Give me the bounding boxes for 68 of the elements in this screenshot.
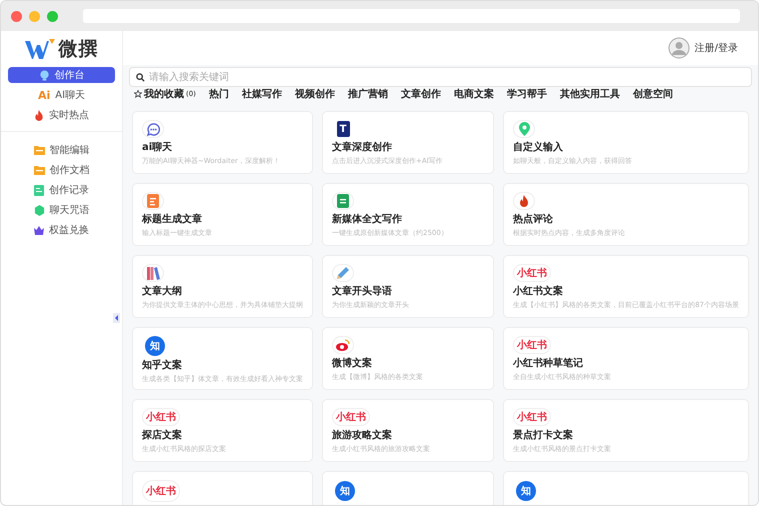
close-window-button[interactable] bbox=[11, 10, 22, 22]
card-title: 新媒体全文写作 bbox=[332, 212, 403, 226]
avatar-icon[interactable] bbox=[668, 37, 690, 59]
card-title: 自定义输入 bbox=[513, 140, 564, 154]
crown-icon bbox=[34, 226, 44, 234]
minimize-window-button[interactable] bbox=[29, 10, 40, 22]
card-title: 小红书文案 bbox=[513, 284, 564, 298]
xiaohongshu-logo: 小红书 bbox=[142, 480, 180, 502]
sidebar-item[interactable]: 实时热点 bbox=[8, 107, 115, 123]
spreadsheet-icon bbox=[332, 192, 354, 210]
document-icon bbox=[34, 184, 44, 196]
maximize-window-button[interactable] bbox=[47, 10, 58, 22]
category-tab[interactable]: 社媒写作 bbox=[242, 87, 282, 103]
card-title: 探店文案 bbox=[142, 428, 183, 442]
card-title: 文章大纲 bbox=[142, 284, 183, 298]
sidebar-item[interactable]: 聊天咒语 bbox=[8, 202, 115, 218]
chat-bubble-icon bbox=[142, 120, 164, 138]
folder-icon bbox=[34, 145, 44, 155]
card-title: 文章开头导语 bbox=[332, 284, 393, 298]
sidebar-item[interactable]: 创作台 bbox=[8, 67, 115, 83]
sidebar-item[interactable]: 创作文档 bbox=[8, 162, 115, 178]
category-tab[interactable]: 视频创作 bbox=[294, 87, 335, 103]
search-icon bbox=[136, 73, 145, 82]
category-tab[interactable]: 热门 bbox=[208, 87, 229, 103]
xiaohongshu-logo: 小红书 bbox=[513, 336, 552, 354]
eye-icon bbox=[332, 336, 354, 354]
sidebar-item[interactable]: 创作记录 bbox=[8, 182, 115, 198]
category-tab[interactable]: 学习帮手 bbox=[506, 87, 547, 103]
category-tab[interactable]: 创意空间 bbox=[632, 87, 673, 103]
category-tab[interactable]: 其他实用工具 bbox=[560, 87, 620, 103]
xiaohongshu-logo: 小红书 bbox=[513, 408, 552, 426]
collapse-arrow-icon[interactable] bbox=[113, 313, 120, 323]
xiaohongshu-logo: 小红书 bbox=[142, 408, 180, 426]
xiaohongshu-logo: 小红书 bbox=[513, 264, 552, 282]
card-title: 小红书种草笔记 bbox=[513, 356, 584, 370]
hexagon-icon bbox=[34, 204, 44, 216]
sidebar-item[interactable]: 权益兑换 bbox=[8, 222, 115, 238]
card-title: 景点打卡文案 bbox=[513, 428, 574, 442]
logo-text: 微撰 bbox=[58, 37, 98, 62]
card-title: 知乎文案 bbox=[142, 358, 183, 372]
tool-card[interactable]: 知 bbox=[503, 471, 749, 505]
login-link[interactable]: 注册/登录 bbox=[694, 41, 738, 55]
w-logo-icon bbox=[24, 39, 54, 59]
search-field[interactable]: 请输入搜索关键词 bbox=[129, 67, 752, 87]
card-title: 旅游攻略文案 bbox=[332, 428, 393, 442]
flame-icon bbox=[513, 192, 536, 210]
xiaohongshu-logo: 小红书 bbox=[332, 408, 370, 426]
card-title: ai聊天 bbox=[142, 140, 174, 154]
sidebar-item[interactable]: Ai AI聊天 bbox=[8, 87, 115, 103]
map-pin-icon bbox=[513, 120, 536, 138]
pencil-icon bbox=[332, 264, 354, 282]
card-title: 微博文案 bbox=[332, 356, 373, 370]
category-tab[interactable]: 文章创作 bbox=[400, 87, 441, 103]
flame-icon bbox=[34, 110, 44, 120]
list-document-icon bbox=[142, 192, 164, 210]
star-icon bbox=[134, 90, 142, 98]
card-title: 标题生成文章 bbox=[142, 212, 203, 226]
ai-icon: Ai bbox=[38, 88, 50, 102]
tool-card[interactable]: 小红书 bbox=[132, 471, 313, 505]
folder-icon bbox=[34, 165, 44, 175]
sidebar-item[interactable]: 智能编辑 bbox=[8, 142, 115, 158]
books-icon bbox=[142, 264, 164, 282]
card-title: 热点评论 bbox=[513, 212, 554, 226]
card-title: 文章深度创作 bbox=[332, 140, 393, 154]
category-tab[interactable]: 电商文案 bbox=[454, 87, 494, 103]
lightbulb-icon bbox=[38, 70, 50, 80]
category-tab[interactable]: 推广营销 bbox=[348, 87, 388, 103]
tool-card[interactable]: 知 bbox=[322, 471, 494, 505]
